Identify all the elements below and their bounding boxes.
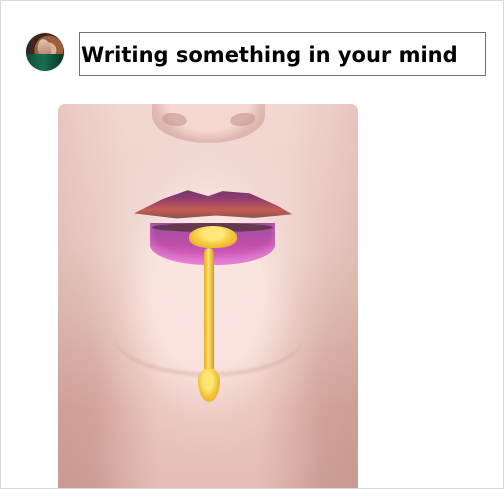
post-input[interactable]: Writing something in your mind — [79, 32, 486, 76]
honey-drip-detail — [204, 248, 214, 384]
composer-row: Writing something in your mind — [1, 1, 503, 85]
post-image-card[interactable]: close-up lips with honey drip — [58, 104, 358, 488]
honey-pool-detail — [189, 226, 237, 248]
upper-lip-detail — [134, 190, 292, 219]
post-composer-screen: Writing something in your mind close-up … — [0, 0, 504, 489]
user-avatar-icon[interactable] — [26, 33, 64, 71]
